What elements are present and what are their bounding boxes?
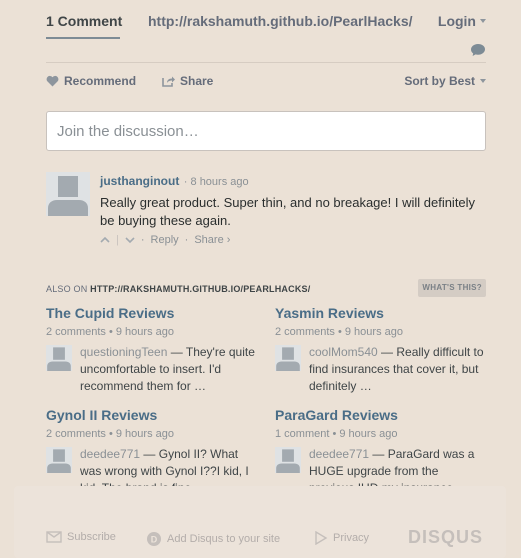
discovery-card: Yasmin Reviews 2 comments • 9 hours ago … bbox=[275, 305, 487, 396]
also-on-label: ALSO ON bbox=[46, 284, 88, 294]
comment-input[interactable]: Join the discussion… bbox=[46, 111, 486, 151]
discovery-card: Gynol II Reviews 2 comments • 9 hours ag… bbox=[46, 407, 258, 498]
subscribe-label: Subscribe bbox=[67, 531, 116, 543]
discovery-card: The Cupid Reviews 2 comments • 9 hours a… bbox=[46, 305, 258, 396]
thread-nav: 1 Comment http://rakshamuth.github.io/Pe… bbox=[46, 0, 486, 40]
discovery-card-meta: 2 comments • 9 hours ago bbox=[46, 326, 174, 338]
svg-text:D: D bbox=[151, 535, 158, 545]
default-avatar-icon bbox=[275, 447, 301, 473]
default-avatar-icon bbox=[46, 447, 72, 473]
comment-input-placeholder: Join the discussion… bbox=[57, 122, 199, 140]
default-avatar-icon bbox=[46, 172, 90, 216]
comment-share-link[interactable]: Share › bbox=[194, 234, 230, 246]
discovery-card: ParaGard Reviews 1 comment • 9 hours ago… bbox=[275, 407, 487, 498]
comment-author[interactable]: justhanginout bbox=[100, 174, 179, 188]
heart-icon bbox=[46, 75, 59, 87]
thread-footer: Subscribe D Add Disqus to your site Priv… bbox=[14, 486, 506, 558]
also-on-site-link[interactable]: HTTP://RAKSHAMUTH.GITHUB.IO/PEARLHACKS/ bbox=[90, 284, 310, 294]
discovery-card-snippet[interactable]: questioningTeen — They're quite uncomfor… bbox=[80, 344, 258, 395]
snippet-user: questioningTeen bbox=[80, 345, 168, 359]
snippet-user: deedee771 bbox=[309, 447, 370, 461]
also-on-header: ALSO ON HTTP://RAKSHAMUTH.GITHUB.IO/PEAR… bbox=[46, 279, 486, 299]
avatar bbox=[46, 447, 72, 473]
chevron-down-icon bbox=[480, 79, 486, 83]
discovery-card-title[interactable]: Gynol II Reviews bbox=[46, 407, 258, 423]
discovery-card-title[interactable]: ParaGard Reviews bbox=[275, 407, 487, 423]
chevron-down-icon bbox=[480, 19, 486, 23]
tab-comment-count[interactable]: 1 Comment bbox=[46, 13, 122, 29]
recommend-button[interactable]: Recommend bbox=[46, 74, 136, 88]
discovery-card-title[interactable]: Yasmin Reviews bbox=[275, 305, 487, 321]
snippet-user: coolMom540 bbox=[309, 345, 378, 359]
sort-dropdown[interactable]: Sort by Best bbox=[404, 74, 486, 88]
privacy-label: Privacy bbox=[333, 532, 370, 544]
share-button[interactable]: Share bbox=[162, 74, 213, 88]
default-avatar-icon bbox=[46, 345, 72, 371]
disqus-logo-icon: D bbox=[147, 532, 161, 546]
discovery-card-meta: 2 comments • 9 hours ago bbox=[46, 428, 174, 440]
share-label: Share bbox=[180, 74, 214, 88]
subscribe-link[interactable]: Subscribe bbox=[46, 531, 116, 543]
discovery-card-meta: 2 comments • 9 hours ago bbox=[275, 326, 403, 338]
disqus-brand-logo[interactable]: DISQUS bbox=[408, 527, 483, 548]
avatar[interactable] bbox=[46, 172, 90, 216]
envelope-icon bbox=[46, 531, 62, 543]
privacy-icon bbox=[315, 531, 328, 545]
discovery-card-snippet[interactable]: coolMom540 — Really difficult to find in… bbox=[309, 344, 487, 395]
default-avatar-icon bbox=[275, 345, 301, 371]
thread-actions: Recommend Share Sort by Best bbox=[46, 74, 486, 92]
login-dropdown[interactable]: Login bbox=[438, 13, 486, 29]
discovery-card-title[interactable]: The Cupid Reviews bbox=[46, 305, 258, 321]
upvote-icon[interactable] bbox=[100, 236, 110, 244]
comment-text: Really great product. Super thin, and no… bbox=[100, 195, 476, 228]
avatar bbox=[46, 345, 72, 371]
discovery-card-meta: 1 comment • 9 hours ago bbox=[275, 428, 398, 440]
login-label: Login bbox=[437, 13, 476, 29]
comment-time[interactable]: 8 hours ago bbox=[191, 176, 249, 188]
add-disqus-link[interactable]: D Add Disqus to your site bbox=[146, 531, 280, 547]
avatar bbox=[275, 345, 301, 371]
snippet-user: deedee771 bbox=[80, 447, 141, 461]
whats-this-button[interactable]: WHAT'S THIS? bbox=[418, 279, 486, 297]
sort-label: Sort by Best bbox=[404, 74, 475, 88]
avatar bbox=[275, 447, 301, 473]
chat-bubble-icon[interactable] bbox=[470, 43, 486, 57]
share-icon bbox=[162, 76, 175, 87]
privacy-link[interactable]: Privacy bbox=[314, 531, 369, 545]
active-tab-underline bbox=[46, 37, 120, 39]
nav-divider bbox=[46, 62, 486, 63]
tab-site-link[interactable]: http://rakshamuth.github.io/PearlHacks/ bbox=[148, 13, 413, 29]
add-disqus-label: Add Disqus to your site bbox=[167, 533, 281, 545]
reply-link[interactable]: Reply bbox=[151, 234, 179, 246]
downvote-icon[interactable] bbox=[125, 236, 135, 244]
recommend-label: Recommend bbox=[64, 74, 137, 88]
